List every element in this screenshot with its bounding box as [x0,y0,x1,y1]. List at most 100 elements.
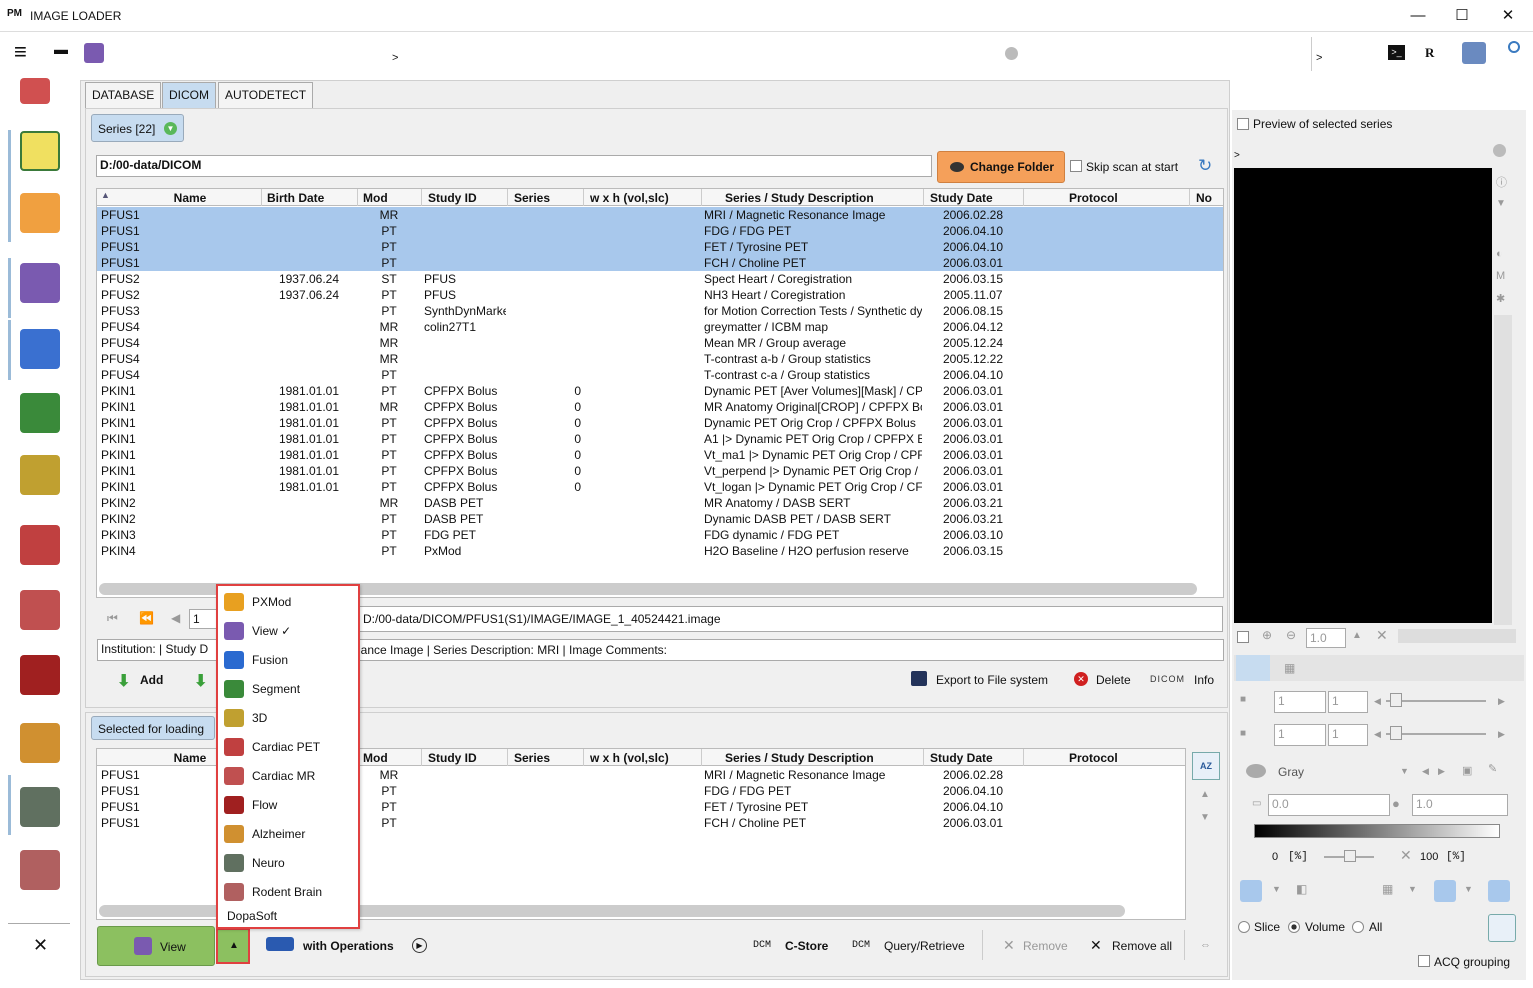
col-wxh[interactable]: w x h (vol,slc) [590,751,669,765]
loader-arrow-icon[interactable] [84,43,104,63]
pxmod-icon[interactable] [20,193,60,233]
menu-item-fusion[interactable]: Fusion [222,648,356,672]
hamburger-menu-icon[interactable]: ≡ [14,41,27,63]
grid-button[interactable]: ▦ [1382,882,1393,896]
page-number-field[interactable]: 1 [189,609,219,629]
load-preview-button[interactable] [1488,914,1516,942]
frame1-from-field[interactable]: 1 [1274,691,1326,713]
table-row[interactable]: PFUS2 1937.06.24 ST PFUS Spect Heart / Coreg… [97,271,1223,287]
segment-module-icon[interactable] [20,393,60,433]
fusion-module-icon[interactable] [20,329,60,369]
mode-button-1[interactable] [1240,880,1262,902]
add-button[interactable]: Add [140,673,163,687]
alzheimer-module-icon[interactable] [20,723,60,763]
col-series[interactable]: Series [514,751,550,765]
table-row[interactable]: PKIN1 1981.01.01 PT CPFPX Bolus 0 Vt_logan |>… [97,479,1223,495]
color-bar[interactable] [1254,824,1500,838]
cstore-button[interactable]: C-Store [785,939,828,953]
menu-item-neuro[interactable]: Neuro [222,851,356,875]
rodent-brain-module-icon[interactable] [20,850,60,890]
menu-item-cardiac-mr[interactable]: Cardiac MR [222,764,356,788]
add-arrow-icon[interactable]: ⬇ [117,671,130,691]
info-circle-icon[interactable]: ⓘ [1496,174,1507,190]
add-all-arrow-icon[interactable]: ⬇ [194,671,207,691]
table-row[interactable]: PKIN1 1981.01.01 PT CPFPX Bolus 0 Dynamic PET… [97,415,1223,431]
collapse-icon[interactable]: ▬ [54,41,68,57]
cardiac-pet-icon[interactable] [20,525,60,565]
radio-slice[interactable] [1238,921,1250,933]
col-birth-date[interactable]: Birth Date [267,191,324,205]
table-row[interactable]: PFUS1 PT FDG / FDG PET 2006.04.10 [97,223,1223,239]
col-study-id[interactable]: Study ID [428,751,477,765]
frame1-to-field[interactable]: 1 [1328,691,1368,713]
radio-all[interactable] [1352,921,1364,933]
menu-item-view[interactable]: View ✓ [222,619,356,643]
col-study-id[interactable]: Study ID [428,191,477,205]
view-button[interactable]: View [97,926,215,966]
delete-button[interactable]: Delete [1096,673,1131,687]
contrast-icon[interactable]: ◐ [1496,248,1503,260]
tab-database[interactable]: DATABASE [85,82,162,108]
col-protocol[interactable]: Protocol [1069,751,1118,765]
zoom-field[interactable]: 1.0 [1306,628,1346,648]
col-no[interactable]: No [1196,191,1212,205]
remove-button[interactable]: Remove [1023,939,1068,953]
maximize-button[interactable]: ☐ [1442,4,1482,28]
col-wxh[interactable]: w x h (vol,slc) [590,191,669,205]
export-button[interactable]: Export to File system [936,673,1048,687]
info-button[interactable]: Info [1194,673,1214,687]
min-value-field[interactable]: 0.0 [1268,794,1390,816]
frame1-slider-thumb[interactable] [1390,693,1402,707]
table-row[interactable]: PFUS4 MR colin27T1 greymatter / ICBM map 200… [97,319,1223,335]
col-description[interactable]: Series / Study Description [725,191,874,205]
lut-label[interactable]: Gray [1278,765,1304,779]
col-mod[interactable]: Mod [363,751,388,765]
menu-item-alzheimer[interactable]: Alzheimer [222,822,356,846]
series-header[interactable]: Series [22] ▼ [91,114,184,142]
sort-asc-icon[interactable]: ▲ [101,190,110,200]
cardiac-mr-icon[interactable] [20,590,60,630]
prev-page-icon[interactable]: ◀ [171,611,180,625]
preview-checkbox[interactable] [1237,118,1249,130]
image-loader-icon[interactable] [20,78,50,104]
reset-zoom-icon[interactable]: ✕ [1376,627,1388,644]
table-row[interactable]: PKIN2 MR DASB PET MR Anatomy / DASB SERT 200… [97,495,1223,511]
menu-item-3d[interactable]: 3D [222,706,356,730]
move-up-icon[interactable]: ▲ [1200,789,1210,800]
table-row[interactable]: PKIN1 1981.01.01 MR CPFPX Bolus 0 MR Anatomy … [97,399,1223,415]
3d-module-icon[interactable] [20,455,60,495]
tab-layout[interactable]: ▦ [1284,661,1295,675]
table-row[interactable]: PKIN1 1981.01.01 PT CPFPX Bolus 0 Vt_ma1 |> D… [97,447,1223,463]
table-row[interactable]: PKIN1 1981.01.01 PT CPFPX Bolus 0 Dynamic PET… [97,383,1223,399]
flow-module-icon[interactable] [20,655,60,695]
table-row[interactable]: PKIN1 1981.01.01 PT CPFPX Bolus 0 A1 |> Dynam… [97,431,1223,447]
pkin-icon[interactable] [20,131,60,171]
pct-reset-icon[interactable]: ✕ [1400,847,1412,864]
tab-color-settings[interactable] [1236,655,1270,681]
terminal-icon[interactable]: >_ [1388,45,1405,60]
tools-icon[interactable]: ✱ [1496,292,1505,305]
loading-header[interactable]: Selected for loading [91,716,215,740]
frame1-right-icon[interactable]: ▶ [1498,696,1505,707]
table-row[interactable]: PFUS3 PT SynthDynMarke for Motion Correctio… [97,303,1223,319]
change-folder-button[interactable]: Change Folder [937,151,1065,183]
mode-button-2[interactable]: ◧ [1296,882,1307,896]
settings-users-icon[interactable] [1462,42,1486,64]
preview-slider-track[interactable] [1494,315,1512,625]
expand-icon[interactable]: ⇔ [1200,939,1211,951]
frame2-right-icon[interactable]: ▶ [1498,729,1505,740]
prev-fast-icon[interactable]: ⏪ [139,611,154,625]
grid-dropdown-icon[interactable]: ▼ [1408,884,1417,894]
first-page-icon[interactable]: ⏮ [107,611,118,626]
table-row[interactable]: PKIN1 1981.01.01 PT CPFPX Bolus 0 Vt_perpend … [97,463,1223,479]
col-study-date[interactable]: Study Date [930,751,993,765]
table-row[interactable]: PKIN4 PT PxMod H2O Baseline / H2O perfusion… [97,543,1223,559]
table-row[interactable]: PFUS4 MR T-contrast a-b / Group statistics… [97,351,1223,367]
series-dropdown-icon[interactable]: ▼ [164,122,177,135]
with-operations-button[interactable]: with Operations [303,939,394,953]
frame2-to-field[interactable]: 1 [1328,724,1368,746]
lut-prev-icon[interactable]: ◀ [1422,766,1429,777]
table-row[interactable]: PFUS1 MR MRI / Magnetic Resonance Image 200… [97,207,1223,223]
neuro-module-icon[interactable] [20,787,60,827]
radio-volume[interactable] [1288,921,1300,933]
